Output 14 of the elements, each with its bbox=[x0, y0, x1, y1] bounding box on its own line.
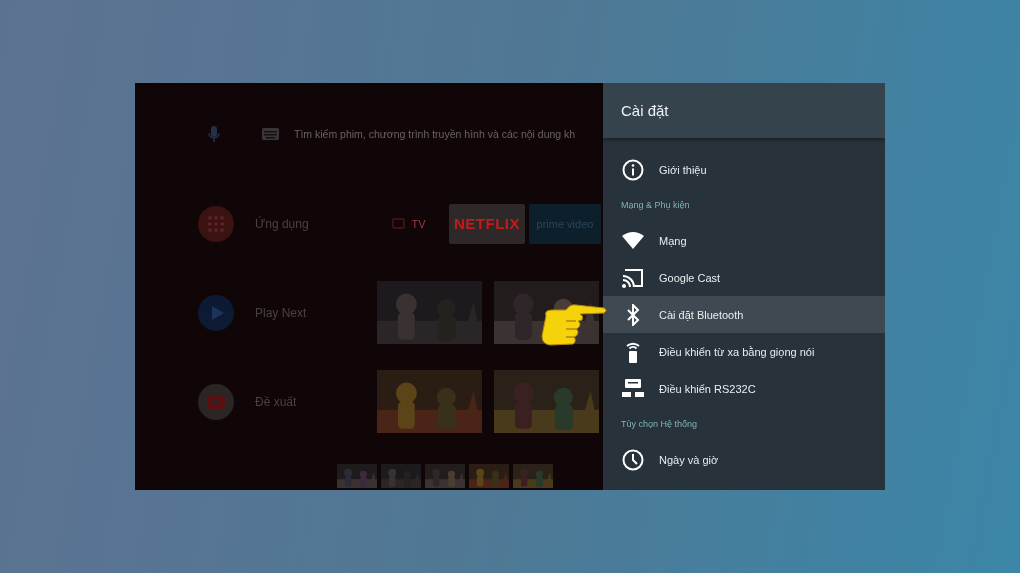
section-heading: Mạng & Phụ kiện bbox=[621, 200, 690, 210]
row-title: Đề xuất bbox=[255, 394, 298, 409]
settings-item[interactable]: Google Cast bbox=[603, 259, 885, 296]
section-heading: Tùy chọn Hệ thống bbox=[621, 419, 698, 429]
settings-item[interactable]: Điều khiển từ xa bằng giọng nói bbox=[603, 333, 885, 370]
settings-item[interactable]: Điều khiển RS232C bbox=[603, 370, 885, 407]
settings-item[interactable]: Giới thiệu bbox=[603, 151, 885, 188]
row-title: Ứng dụng bbox=[255, 216, 310, 231]
row-title: Play Next bbox=[255, 305, 308, 320]
settings-item[interactable]: Cài đặt Bluetooth bbox=[603, 296, 885, 333]
settings-item[interactable]: Ngày và giờ bbox=[603, 441, 885, 478]
settings-item[interactable]: Mạng bbox=[603, 222, 885, 259]
panel-title: Cài đặt bbox=[621, 102, 669, 119]
search-field[interactable]: Tìm kiếm phim, chương trình truyền hình và các nội dung kh bbox=[294, 124, 594, 144]
